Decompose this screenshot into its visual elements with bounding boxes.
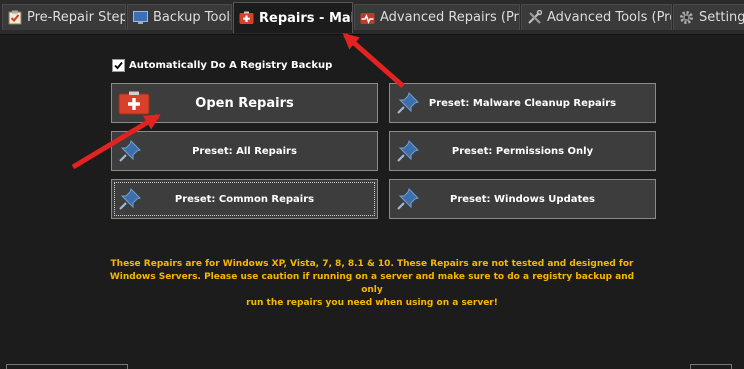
tab-pre-repair-steps[interactable]: Pre-Repair Steps bbox=[2, 4, 126, 30]
open-repairs-button[interactable]: Open Repairs bbox=[111, 83, 378, 123]
first-aid-kit-icon bbox=[239, 11, 254, 24]
preset-malware-cleanup-button[interactable]: Preset: Malware Cleanup Repairs bbox=[389, 83, 656, 123]
registry-backup-checkbox[interactable] bbox=[112, 59, 125, 72]
bottom-control-edge bbox=[6, 364, 128, 369]
preset-common-repairs-button[interactable]: Preset: Common Repairs bbox=[111, 179, 378, 219]
registry-backup-checkbox-row[interactable]: Automatically Do A Registry Backup bbox=[112, 59, 332, 72]
tab-label: Repairs - Main bbox=[259, 10, 352, 26]
gear-icon bbox=[680, 11, 693, 24]
pushpin-icon bbox=[397, 92, 419, 114]
heart-pulse-icon bbox=[360, 12, 375, 24]
notice-line: run the repairs you need when using on a… bbox=[246, 298, 498, 308]
tab-settings[interactable]: Settings bbox=[673, 4, 744, 30]
preset-windows-updates-button[interactable]: Preset: Windows Updates bbox=[389, 179, 656, 219]
tab-label: Advanced Repairs (Pro) bbox=[380, 10, 520, 25]
first-aid-kit-icon bbox=[118, 91, 150, 115]
checkmark-icon bbox=[114, 61, 123, 70]
tab-advanced-repairs[interactable]: Advanced Repairs (Pro) bbox=[354, 4, 520, 30]
pushpin-icon bbox=[397, 140, 419, 162]
notice-line: These Repairs are for Windows XP, Vista,… bbox=[110, 259, 634, 269]
arrow-to-repairs-tab bbox=[342, 32, 405, 88]
notice-line: Windows Servers. Please use caution if r… bbox=[109, 272, 635, 295]
monitor-icon bbox=[133, 10, 148, 24]
preset-label: Preset: Malware Cleanup Repairs bbox=[428, 97, 617, 109]
registry-backup-label: Automatically Do A Registry Backup bbox=[129, 60, 333, 71]
preset-label: Preset: All Repairs bbox=[192, 145, 297, 157]
preset-label: Preset: Common Repairs bbox=[174, 193, 315, 205]
checklist-icon bbox=[8, 10, 22, 25]
tab-label: Pre-Repair Steps bbox=[27, 10, 126, 25]
preset-all-repairs-button[interactable]: Preset: All Repairs bbox=[111, 131, 378, 171]
tab-label: Backup Tools bbox=[153, 10, 232, 25]
preset-permissions-only-button[interactable]: Preset: Permissions Only bbox=[389, 131, 656, 171]
pushpin-icon bbox=[119, 140, 141, 162]
open-repairs-label: Open Repairs bbox=[195, 95, 294, 111]
tools-icon bbox=[528, 10, 542, 24]
tab-label: Settings bbox=[699, 10, 744, 25]
preset-label: Preset: Windows Updates bbox=[449, 193, 595, 205]
bottom-control-edge bbox=[690, 364, 732, 369]
tab-label: Advanced Tools (Pro) bbox=[547, 10, 672, 25]
tab-advanced-tools[interactable]: Advanced Tools (Pro) bbox=[521, 4, 672, 30]
pushpin-icon bbox=[397, 188, 419, 210]
server-warning-notice: These Repairs are for Windows XP, Vista,… bbox=[100, 258, 644, 310]
tab-bar: Pre-Repair Steps Backup Tools Repairs - … bbox=[0, 0, 744, 35]
preset-label: Preset: Permissions Only bbox=[451, 145, 594, 157]
tab-backup-tools[interactable]: Backup Tools bbox=[127, 4, 232, 30]
pushpin-icon bbox=[119, 188, 141, 210]
tab-repairs-main[interactable]: Repairs - Main bbox=[233, 2, 353, 33]
